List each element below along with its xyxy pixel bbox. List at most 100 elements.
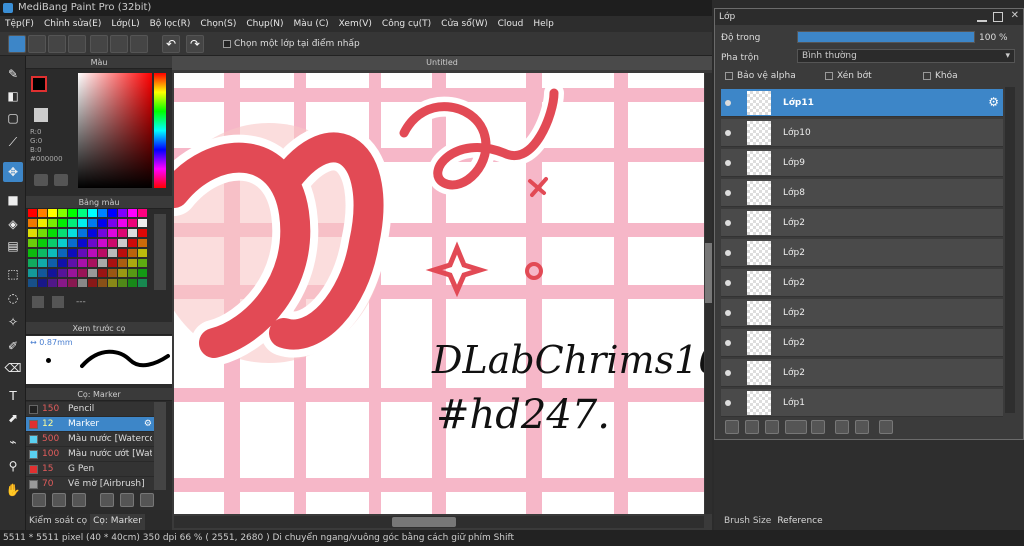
foreground-color[interactable] <box>31 76 47 92</box>
chat-icon[interactable] <box>48 35 66 53</box>
brush-item[interactable]: 15 G Pen <box>26 462 154 477</box>
color-swatch[interactable] <box>128 259 137 267</box>
color-swatch[interactable] <box>108 259 117 267</box>
color-swatch[interactable] <box>38 269 47 277</box>
color-swatch[interactable] <box>58 279 67 287</box>
merge-layer-icon[interactable] <box>855 420 869 434</box>
layer-row[interactable]: Lớp2 <box>721 329 1003 357</box>
menu-layer[interactable]: Lớp(L) <box>106 16 144 32</box>
move-tool-icon[interactable]: ✥ <box>3 162 23 182</box>
layer-row[interactable]: Lớp2 <box>721 359 1003 387</box>
color-swatch[interactable] <box>38 219 47 227</box>
color-swatch[interactable] <box>88 269 97 277</box>
menu-select[interactable]: Chọn(S) <box>195 16 241 32</box>
menu-color[interactable]: Màu (C) <box>289 16 334 32</box>
add-brush-icon[interactable] <box>32 493 46 507</box>
color-swatch[interactable] <box>68 219 77 227</box>
operation-tool-icon[interactable]: ⬈ <box>3 408 23 428</box>
color-swatch[interactable] <box>138 249 147 257</box>
eye-icon[interactable] <box>725 280 731 286</box>
color-swatch[interactable] <box>28 229 37 237</box>
new-halftone-layer-icon[interactable] <box>745 420 759 434</box>
trash-icon[interactable] <box>879 420 893 434</box>
saturation-value-picker[interactable] <box>78 73 152 188</box>
color-swatch[interactable] <box>78 279 87 287</box>
color-swatch[interactable] <box>138 259 147 267</box>
color-swatch[interactable] <box>78 249 87 257</box>
vertical-scroll-thumb[interactable] <box>705 243 712 303</box>
palette-add-icon[interactable] <box>54 174 68 186</box>
menu-filter[interactable]: Bộ lọc(R) <box>145 16 196 32</box>
color-swatch[interactable] <box>108 269 117 277</box>
color-swatch[interactable] <box>58 249 67 257</box>
layer-row[interactable]: Lớp9 <box>721 149 1003 177</box>
brush-menu-icon[interactable] <box>72 493 86 507</box>
delete-palette-icon[interactable] <box>52 296 64 308</box>
tab-brush-control[interactable]: Kiểm soát cọ <box>26 514 91 530</box>
document-icon[interactable] <box>90 35 108 53</box>
color-swatch[interactable] <box>28 239 37 247</box>
brush-item[interactable]: 150 Pencil <box>26 402 154 417</box>
drawing-canvas[interactable]: DLabChrims165 #hd247. <box>174 73 704 514</box>
brush-tool-icon[interactable]: ✎ <box>3 64 23 84</box>
color-swatch[interactable] <box>128 239 137 247</box>
swatch-grid[interactable] <box>28 209 152 289</box>
color-swatch[interactable] <box>28 249 37 257</box>
new-8bit-layer-icon[interactable] <box>765 420 779 434</box>
brush-duplicate-icon[interactable] <box>140 493 154 507</box>
select-eraser-icon[interactable]: ⌫ <box>3 358 23 378</box>
minimize-icon[interactable] <box>977 12 987 22</box>
eye-icon[interactable] <box>725 190 731 196</box>
redo-icon[interactable]: ↷ <box>186 35 204 53</box>
color-swatch[interactable] <box>68 239 77 247</box>
color-swatch[interactable] <box>108 219 117 227</box>
color-swatch[interactable] <box>78 229 87 237</box>
eye-icon[interactable] <box>725 370 731 376</box>
divide-tool-icon[interactable]: ⌁ <box>3 432 23 452</box>
color-swatch[interactable] <box>138 269 147 277</box>
color-swatch[interactable] <box>118 269 127 277</box>
document-tab[interactable]: Untitled <box>172 56 712 70</box>
color-swatch[interactable] <box>128 249 137 257</box>
color-swatch[interactable] <box>128 219 137 227</box>
color-swatch[interactable] <box>48 229 57 237</box>
undo-icon[interactable]: ↶ <box>162 35 180 53</box>
layer-row[interactable]: Lớp10 <box>721 119 1003 147</box>
color-swatch[interactable] <box>48 279 57 287</box>
color-swatch[interactable] <box>108 209 117 217</box>
color-swatch[interactable] <box>98 229 107 237</box>
color-swatch[interactable] <box>118 239 127 247</box>
color-swatch[interactable] <box>28 209 37 217</box>
layer-row[interactable]: Lớp2 <box>721 209 1003 237</box>
text-tool-icon[interactable]: T <box>3 386 23 406</box>
color-swatch[interactable] <box>128 209 137 217</box>
grid-icon[interactable] <box>130 35 148 53</box>
color-swatch[interactable] <box>78 269 87 277</box>
color-swatch[interactable] <box>108 229 117 237</box>
palette-icon[interactable] <box>34 174 48 186</box>
color-swatch[interactable] <box>138 219 147 227</box>
brush-item[interactable]: 500 Màu nước [Watercolor] <box>26 432 154 447</box>
color-swatch[interactable] <box>88 239 97 247</box>
color-swatch[interactable] <box>88 279 97 287</box>
gear-icon[interactable]: ⚙ <box>988 95 999 109</box>
note-icon[interactable] <box>68 35 86 53</box>
color-swatch[interactable] <box>58 239 67 247</box>
color-swatch[interactable] <box>98 279 107 287</box>
line-tool-icon[interactable]: ⟋ <box>3 132 23 152</box>
menu-window[interactable]: Cửa sổ(W) <box>436 16 492 32</box>
menu-help[interactable]: Help <box>528 16 559 32</box>
eye-icon[interactable] <box>725 250 731 256</box>
color-swatch[interactable] <box>118 219 127 227</box>
menu-edit[interactable]: Chỉnh sửa(E) <box>39 16 106 32</box>
color-swatch[interactable] <box>38 209 47 217</box>
blend-select[interactable]: Bình thường ▾ <box>797 49 1015 63</box>
opacity-slider[interactable] <box>797 31 975 43</box>
layer-row[interactable]: Lớp2 <box>721 299 1003 327</box>
color-swatch[interactable] <box>98 219 107 227</box>
color-swatch[interactable] <box>78 209 87 217</box>
color-swatch[interactable] <box>88 259 97 267</box>
eye-icon[interactable] <box>725 400 731 406</box>
menu-view[interactable]: Xem(V) <box>334 16 377 32</box>
layer-row[interactable]: Lớp1 <box>721 389 1003 417</box>
